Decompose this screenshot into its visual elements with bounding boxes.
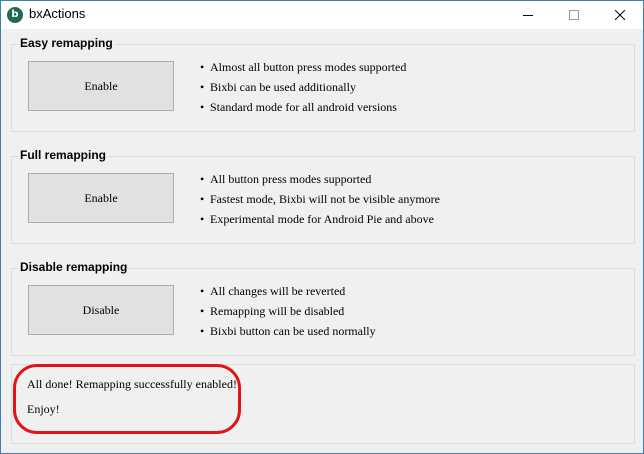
- bullet-icon: •: [200, 172, 205, 186]
- full-remapping-group: Full remapping Enable • All button press …: [11, 148, 635, 244]
- bullet-icon: •: [200, 60, 205, 74]
- maximize-icon: [569, 10, 579, 20]
- window-title: bxActions: [29, 6, 86, 21]
- feature-item: • Bixbi button can be used normally: [200, 321, 376, 341]
- full-remapping-enable-button[interactable]: Enable: [28, 173, 174, 223]
- bullet-icon: •: [200, 324, 205, 338]
- feature-item: • All button press modes supported: [200, 169, 440, 189]
- feature-item: • Remapping will be disabled: [200, 301, 376, 321]
- feature-item: • Standard mode for all android versions: [200, 97, 406, 117]
- easy-remapping-group: Easy remapping Enable • Almost all button…: [11, 36, 635, 132]
- feature-item: • Bixbi can be used additionally: [200, 77, 406, 97]
- disable-remapping-features: • All changes will be reverted • Remapping…: [200, 281, 376, 341]
- close-button[interactable]: [597, 1, 643, 29]
- bullet-icon: •: [200, 80, 205, 94]
- app-window: b bxActions Easy remapping Enable • Almos…: [0, 0, 644, 454]
- minimize-button[interactable]: [505, 1, 551, 29]
- bullet-icon: •: [200, 284, 205, 298]
- disable-remapping-button[interactable]: Disable: [28, 285, 174, 335]
- easy-remapping-title: Easy remapping: [18, 36, 115, 50]
- maximize-button[interactable]: [551, 1, 597, 29]
- feature-item: • Fastest mode, Bixbi will not be visible…: [200, 189, 440, 209]
- bullet-icon: •: [200, 212, 205, 226]
- easy-remapping-features: • Almost all button press modes supported…: [200, 57, 406, 117]
- feature-item: • Almost all button press modes supported: [200, 57, 406, 77]
- easy-remapping-enable-button[interactable]: Enable: [28, 61, 174, 111]
- close-icon: [615, 10, 625, 20]
- full-remapping-title: Full remapping: [18, 148, 109, 162]
- disable-remapping-group: Disable remapping Disable • All changes w…: [11, 260, 635, 356]
- title-bar[interactable]: b bxActions: [1, 1, 643, 29]
- feature-item: • All changes will be reverted: [200, 281, 376, 301]
- full-remapping-features: • All button press modes supported • Faste…: [200, 169, 440, 229]
- feature-item: • Experimental mode for Android Pie and a…: [200, 209, 440, 229]
- minimize-icon: [523, 15, 533, 16]
- bullet-icon: •: [200, 192, 205, 206]
- red-highlight-annotation: [13, 364, 241, 434]
- app-logo-icon: b: [7, 7, 23, 23]
- disable-remapping-title: Disable remapping: [18, 260, 130, 274]
- bullet-icon: •: [200, 304, 205, 318]
- bullet-icon: •: [200, 100, 205, 114]
